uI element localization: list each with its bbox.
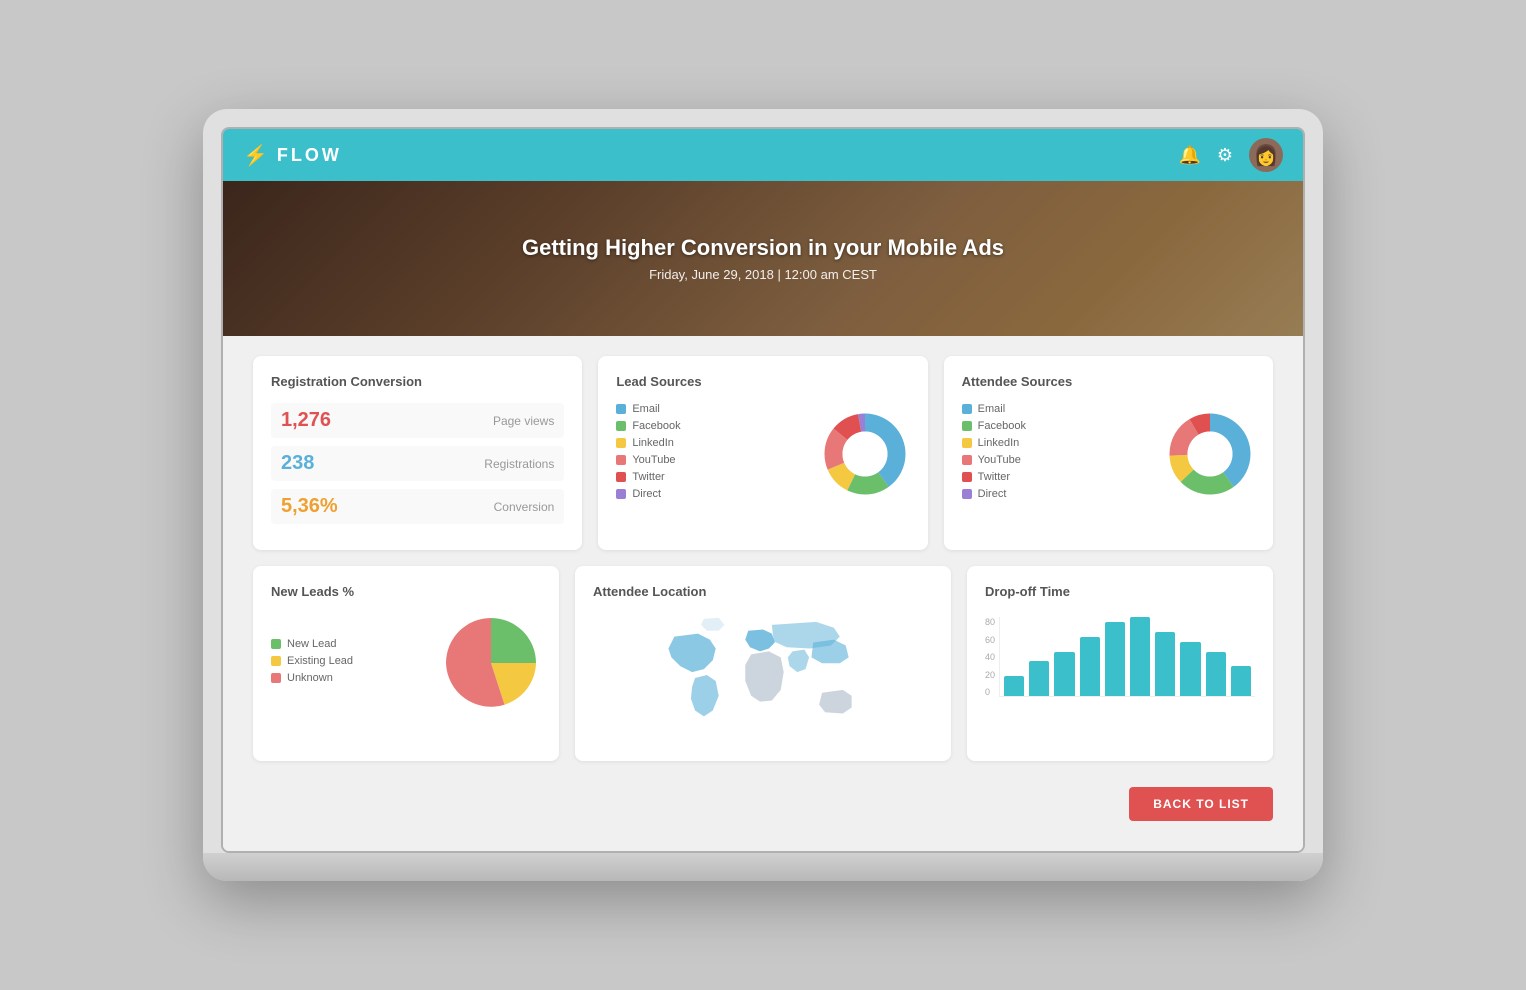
- conversion-value: 5,36%: [281, 495, 338, 518]
- lead-sources-card: Lead Sources Email Facebook LinkedIn You…: [598, 356, 927, 550]
- legend-item: Unknown: [271, 672, 427, 684]
- lead-sources-title: Lead Sources: [616, 374, 909, 389]
- new-leads-title: New Leads %: [271, 584, 541, 599]
- new-leads-content: New Lead Existing Lead Unknown: [271, 613, 541, 713]
- attendee-location-card: Attendee Location: [575, 566, 951, 761]
- content-area: Registration Conversion 1,276 Page views…: [223, 336, 1303, 851]
- legend-item: LinkedIn: [962, 437, 1151, 449]
- legend-item: Facebook: [616, 420, 805, 432]
- legend-item: Email: [962, 403, 1151, 415]
- registrations-label: Registrations: [484, 457, 554, 471]
- legend-item: YouTube: [962, 454, 1151, 466]
- logo: ⚡ FLOW: [243, 143, 342, 168]
- legend-item: LinkedIn: [616, 437, 805, 449]
- bar: [1054, 652, 1074, 696]
- bar: [1105, 622, 1125, 696]
- bottom-bar: BACK TO LIST: [253, 777, 1273, 821]
- header-icons: 🔔 ⚙ 👩: [1178, 138, 1283, 172]
- lead-sources-content: Email Facebook LinkedIn YouTube Twitter …: [616, 403, 909, 505]
- conversion-label: Conversion: [494, 500, 555, 514]
- y-axis-labels: 80 60 40 20 0: [985, 617, 995, 697]
- bar: [1130, 617, 1150, 696]
- new-leads-card: New Leads % New Lead Existing Lead Unkno…: [253, 566, 559, 761]
- bar: [1155, 632, 1175, 696]
- cards-row-1: Registration Conversion 1,276 Page views…: [253, 356, 1273, 550]
- bar: [1080, 637, 1100, 696]
- logo-text: FLOW: [277, 145, 342, 166]
- page-views-row: 1,276 Page views: [271, 403, 564, 438]
- logo-icon: ⚡: [243, 143, 271, 168]
- attendee-sources-content: Email Facebook LinkedIn YouTube Twitter …: [962, 403, 1255, 505]
- legend-item: Direct: [616, 488, 805, 500]
- page-views-label: Page views: [493, 414, 554, 428]
- attendee-location-title: Attendee Location: [593, 584, 933, 599]
- attendee-sources-donut: [1165, 409, 1255, 499]
- registrations-row: 238 Registrations: [271, 446, 564, 481]
- legend-item: Facebook: [962, 420, 1151, 432]
- legend-item: Direct: [962, 488, 1151, 500]
- bar: [1180, 642, 1200, 697]
- bar: [1231, 666, 1251, 696]
- attendee-sources-title: Attendee Sources: [962, 374, 1255, 389]
- new-leads-pie: [441, 613, 541, 713]
- lead-sources-donut: [820, 409, 910, 499]
- conversion-row: 5,36% Conversion: [271, 489, 564, 524]
- legend-item: Twitter: [616, 471, 805, 483]
- legend-item: Existing Lead: [271, 655, 427, 667]
- dropoff-title: Drop-off Time: [985, 584, 1255, 599]
- attendee-sources-card: Attendee Sources Email Facebook LinkedIn…: [944, 356, 1273, 550]
- attendee-sources-legend: Email Facebook LinkedIn YouTube Twitter …: [962, 403, 1151, 505]
- reg-conv-title: Registration Conversion: [271, 374, 564, 389]
- dropoff-time-card: Drop-off Time 80 60 40 20 0: [967, 566, 1273, 761]
- hero-banner: Getting Higher Conversion in your Mobile…: [223, 181, 1303, 336]
- back-to-list-button[interactable]: BACK TO LIST: [1129, 787, 1273, 821]
- bell-icon[interactable]: 🔔: [1178, 145, 1200, 166]
- legend-item: Email: [616, 403, 805, 415]
- hero-title: Getting Higher Conversion in your Mobile…: [522, 235, 1004, 261]
- app-header: ⚡ FLOW 🔔 ⚙ 👩: [223, 129, 1303, 181]
- legend-item: YouTube: [616, 454, 805, 466]
- page-views-value: 1,276: [281, 409, 331, 432]
- laptop-base: [203, 853, 1323, 881]
- lead-sources-legend: Email Facebook LinkedIn YouTube Twitter …: [616, 403, 805, 505]
- gear-icon[interactable]: ⚙: [1217, 145, 1233, 166]
- registration-conversion-card: Registration Conversion 1,276 Page views…: [253, 356, 582, 550]
- legend-item: Twitter: [962, 471, 1151, 483]
- bar: [1206, 652, 1226, 696]
- new-leads-legend: New Lead Existing Lead Unknown: [271, 638, 427, 689]
- avatar[interactable]: 👩: [1249, 138, 1283, 172]
- bar: [1029, 661, 1049, 696]
- hero-date: Friday, June 29, 2018 | 12:00 am CEST: [649, 267, 877, 282]
- registrations-value: 238: [281, 452, 314, 475]
- legend-item: New Lead: [271, 638, 427, 650]
- world-map: [593, 613, 933, 743]
- bar-chart: [999, 617, 1255, 697]
- bar: [1004, 676, 1024, 696]
- cards-row-2: New Leads % New Lead Existing Lead Unkno…: [253, 566, 1273, 761]
